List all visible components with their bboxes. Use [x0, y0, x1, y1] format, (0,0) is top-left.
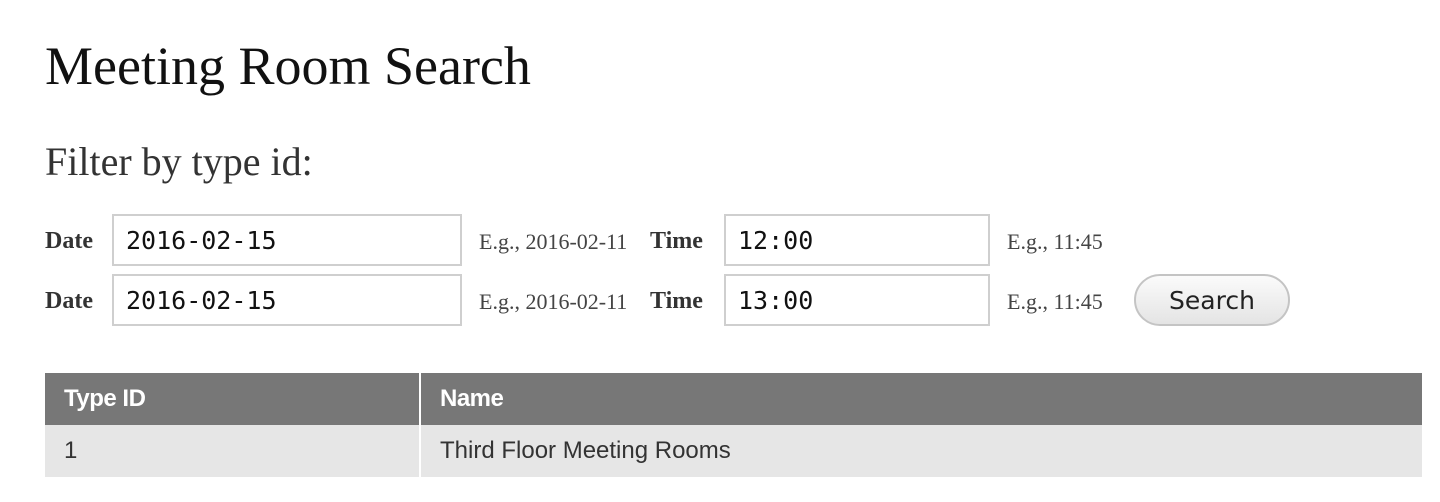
column-header-type-id: Type ID [45, 373, 421, 425]
table-row: 1 Third Floor Meeting Rooms [45, 425, 1422, 477]
type-id-cell: 1 [45, 425, 421, 477]
start-date-hint: E.g., 2016-02-11 [479, 229, 628, 254]
name-cell: Third Floor Meeting Rooms [420, 425, 1422, 477]
end-date-hint: E.g., 2016-02-11 [479, 289, 628, 314]
results-table: Type ID Name 1 Third Floor Meeting Rooms [45, 373, 1422, 477]
table-header-row: Type ID Name [45, 373, 1422, 425]
start-date-input[interactable] [112, 214, 462, 266]
page-title: Meeting Room Search [45, 36, 531, 96]
end-time-label: Time [650, 288, 703, 314]
end-date-input[interactable] [112, 274, 462, 326]
start-datetime-row: Date E.g., 2016-02-11 Time E.g., 11:45 [0, 214, 1440, 266]
start-time-input[interactable] [724, 214, 990, 266]
end-time-hint: E.g., 11:45 [1007, 289, 1103, 314]
end-datetime-row: Date E.g., 2016-02-11 Time E.g., 11:45 S… [0, 274, 1440, 326]
filter-heading: Filter by type id: [45, 139, 313, 184]
start-date-label: Date [45, 228, 93, 254]
end-date-label: Date [45, 288, 93, 314]
search-button[interactable]: Search [1134, 274, 1290, 326]
start-time-hint: E.g., 11:45 [1007, 229, 1103, 254]
column-header-name: Name [420, 373, 1422, 425]
start-time-label: Time [650, 228, 703, 254]
end-time-input[interactable] [724, 274, 990, 326]
